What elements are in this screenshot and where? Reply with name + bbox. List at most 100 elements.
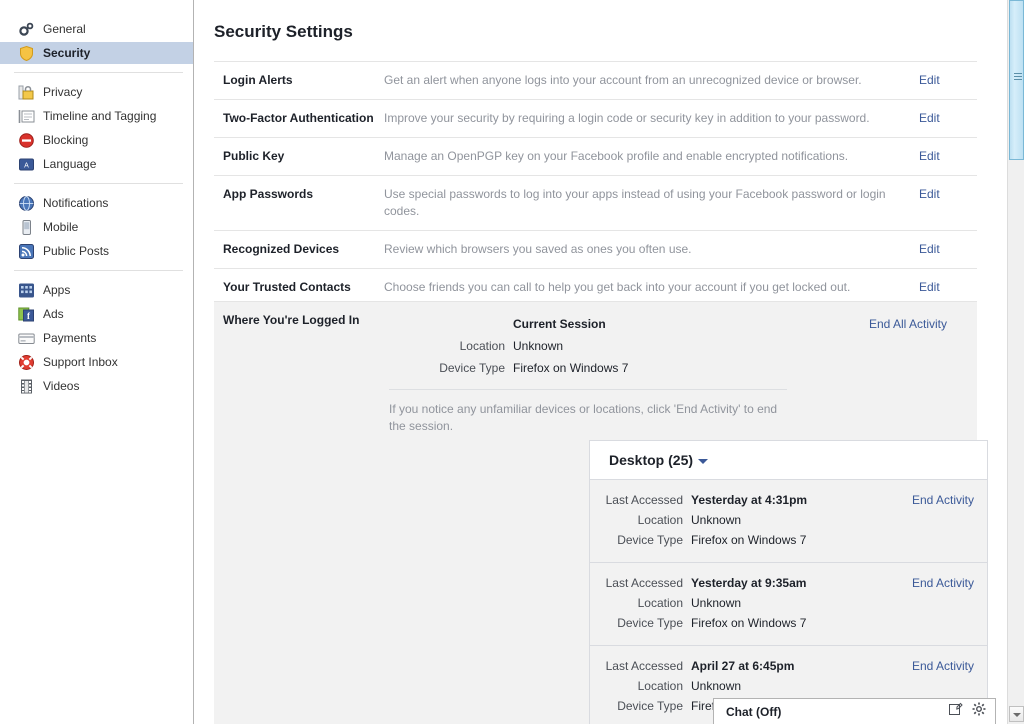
edit-link[interactable]: Edit [919, 72, 977, 89]
settings-row-description: Manage an OpenPGP key on your Facebook p… [384, 149, 849, 163]
timeline-icon [18, 108, 35, 125]
device-type-value: Firefox on Windows 7 [691, 533, 807, 547]
sidebar-item-ads[interactable]: f Ads [0, 303, 193, 325]
sidebar-item-notifications[interactable]: Notifications [0, 192, 193, 214]
device-session-list: Last Accessed Yesterday at 4:31pm End Acti… [590, 480, 987, 724]
settings-row-label: Two-Factor Authentication [223, 111, 374, 125]
sidebar-item-label: Mobile [43, 219, 79, 234]
device-type-label: Device Type [617, 616, 683, 630]
last-accessed-value: Yesterday at 4:31pm [691, 493, 808, 507]
main-content: Security Settings Login Alerts Get an ale… [195, 0, 995, 724]
sidebar-item-label: Security [43, 45, 91, 60]
device-type-label: Device Type [617, 533, 683, 547]
device-session-entry: Last Accessed Yesterday at 4:31pm End Acti… [590, 480, 987, 563]
credit-card-icon [18, 330, 35, 347]
sidebar-item-label: General [43, 21, 86, 36]
globe-icon [18, 195, 35, 212]
settings-row-label: App Passwords [223, 187, 314, 201]
sidebar-item-security[interactable]: Security [0, 42, 193, 64]
current-session-location-row: Location Unknown [389, 336, 977, 356]
edit-link[interactable]: Edit [919, 241, 977, 258]
sidebar-group: Apps f Ads Payments Support Inbox Videos [0, 279, 193, 397]
sidebar-item-language[interactable]: A Language [0, 153, 193, 175]
end-activity-link[interactable]: End Activity [912, 490, 987, 510]
edit-link[interactable]: Edit [919, 279, 977, 296]
end-all-activity-link[interactable]: End All Activity [869, 314, 977, 334]
chat-title: Chat (Off) [726, 704, 782, 719]
sidebar-item-mobile[interactable]: Mobile [0, 216, 193, 238]
gears-icon [18, 21, 35, 38]
settings-row-description: Choose friends you can call to help you … [384, 280, 851, 294]
sidebar-nav: General Security Privacy Timeline and Taggi… [0, 18, 193, 397]
chat-actions [949, 702, 986, 721]
sidebar-item-public-posts[interactable]: Public Posts [0, 240, 193, 262]
settings-row-description: Use special passwords to log into your a… [384, 187, 886, 218]
sidebar-group: General Security [0, 18, 193, 64]
edit-link[interactable]: Edit [919, 110, 977, 127]
sidebar-group: Privacy Timeline and Tagging Blocking A Lang… [0, 81, 193, 175]
sidebar-item-label: Timeline and Tagging [43, 108, 157, 123]
sidebar-item-label: Public Posts [43, 243, 110, 258]
language-icon: A [18, 156, 35, 173]
sidebar-item-blocking[interactable]: Blocking [0, 129, 193, 151]
sidebar-item-label: Apps [43, 282, 71, 297]
sidebar-item-general[interactable]: General [0, 18, 193, 40]
current-session-title: Current Session [513, 317, 606, 331]
sidebar-divider [14, 270, 183, 271]
page-root: General Security Privacy Timeline and Taggi… [0, 0, 1024, 724]
sidebar-item-support-inbox[interactable]: Support Inbox [0, 351, 193, 373]
last-accessed-row: Last Accessed April 27 at 6:45pm End Activ… [590, 656, 987, 676]
last-accessed-label: Last Accessed [605, 576, 683, 590]
settings-row-description: Improve your security by requiring a log… [384, 111, 870, 125]
desktop-group-title: Desktop (25) [609, 452, 694, 468]
device-group-panel: Desktop (25) Last Accessed Yesterday at 4… [589, 440, 988, 724]
desktop-group-toggle[interactable]: Desktop (25) [590, 441, 987, 480]
sidebar-item-timeline-and-tagging[interactable]: Timeline and Tagging [0, 105, 193, 127]
rss-icon [18, 243, 35, 260]
settings-row: Login Alerts Get an alert when anyone log… [214, 62, 977, 100]
scrollbar-down-arrow-icon[interactable] [1009, 706, 1024, 722]
settings-row-label: Recognized Devices [223, 242, 340, 256]
location-value: Unknown [691, 596, 742, 610]
device-type-row: Device Type Firefox on Windows 7 [590, 530, 987, 550]
device-type-label: Device Type [439, 361, 505, 375]
sidebar-item-apps[interactable]: Apps [0, 279, 193, 301]
sidebar-item-label: Videos [43, 378, 80, 393]
settings-row-label: Login Alerts [223, 73, 293, 87]
current-session-block: Current Session End All Activity Locatio… [389, 314, 977, 435]
sidebar-item-privacy[interactable]: Privacy [0, 81, 193, 103]
location-label: Location [637, 679, 683, 693]
mobile-icon [18, 219, 35, 236]
current-session-key-spacer [389, 314, 513, 334]
location-value: Unknown [691, 679, 742, 693]
location-value: Unknown [513, 339, 564, 353]
sidebar-item-label: Payments [43, 330, 97, 345]
last-accessed-row: Last Accessed Yesterday at 4:31pm End Acti… [590, 490, 987, 510]
settings-row-label: Your Trusted Contacts [223, 280, 351, 294]
sidebar-group: Notifications Mobile Public Posts [0, 192, 193, 262]
compose-icon[interactable] [949, 702, 963, 721]
lifebuoy-icon [18, 354, 35, 371]
end-activity-link[interactable]: End Activity [912, 656, 987, 676]
security-settings-list: Login Alerts Get an alert when anyone log… [214, 61, 977, 307]
settings-row-label: Public Key [223, 149, 285, 163]
gear-icon[interactable] [972, 702, 986, 721]
sidebar-item-videos[interactable]: Videos [0, 375, 193, 397]
edit-link[interactable]: Edit [919, 148, 977, 165]
chevron-down-icon [698, 458, 709, 464]
page-scrollbar[interactable] [1007, 0, 1024, 724]
sidebar-divider [14, 72, 183, 73]
chat-bar[interactable]: Chat (Off) [713, 698, 996, 724]
film-icon [18, 378, 35, 395]
location-label: Location [459, 339, 505, 353]
settings-row-description: Review which browsers you saved as ones … [384, 242, 692, 256]
lock-icon [18, 84, 35, 101]
unfamiliar-devices-note: If you notice any unfamiliar devices or … [389, 402, 778, 433]
edit-link[interactable]: Edit [919, 186, 977, 203]
end-activity-link[interactable]: End Activity [912, 573, 987, 593]
current-session-row: Current Session End All Activity [389, 314, 977, 334]
scrollbar-thumb[interactable] [1009, 0, 1024, 160]
last-accessed-value: April 27 at 6:45pm [691, 659, 795, 673]
sidebar-item-payments[interactable]: Payments [0, 327, 193, 349]
block-icon [18, 132, 35, 149]
